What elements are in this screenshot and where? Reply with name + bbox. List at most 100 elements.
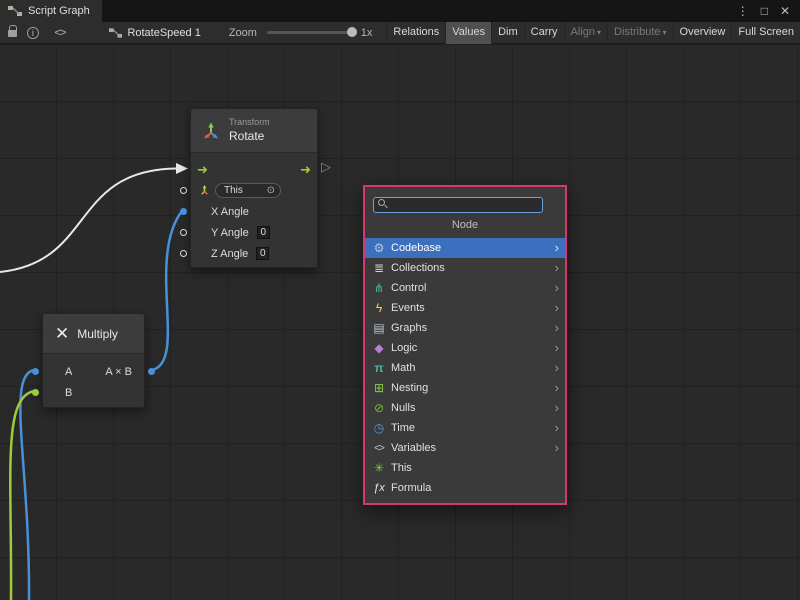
chevron-right-icon: › bbox=[555, 378, 559, 398]
flow-in-arrow[interactable]: ➜ bbox=[197, 159, 208, 180]
tab-script-graph[interactable]: Script Graph bbox=[0, 0, 102, 22]
distribute-button[interactable]: Distribute▾ bbox=[607, 22, 672, 44]
finder-item-control[interactable]: ⋔ Control › bbox=[365, 278, 565, 298]
fullscreen-button[interactable]: Full Screen bbox=[731, 22, 800, 44]
finder-item-label: Math bbox=[391, 362, 415, 374]
finder-item-label: Control bbox=[391, 282, 426, 294]
port-label: X Angle bbox=[211, 206, 249, 218]
finder-header: Node bbox=[365, 219, 565, 231]
chevron-right-icon: › bbox=[555, 338, 559, 358]
chevron-right-icon: › bbox=[555, 418, 559, 438]
search-icon bbox=[378, 199, 385, 206]
chevron-right-icon: › bbox=[555, 278, 559, 298]
node-header[interactable]: Transform Rotate bbox=[191, 109, 317, 153]
finder-item-label: Nulls bbox=[391, 402, 415, 414]
menu-icon[interactable]: ⋮ bbox=[737, 4, 749, 18]
chevron-right-icon: › bbox=[555, 238, 559, 258]
finder-item-label: Events bbox=[391, 302, 425, 314]
finder-item-label: Codebase bbox=[391, 242, 441, 254]
y-angle-input[interactable]: 0 bbox=[257, 226, 270, 239]
finder-item-label: Collections bbox=[391, 262, 445, 274]
node-title: Multiply bbox=[77, 327, 118, 341]
finder-item-formula[interactable]: ƒx Formula bbox=[365, 478, 565, 498]
node-header[interactable]: ✕ Multiply bbox=[43, 314, 144, 354]
finder-item-time[interactable]: ◷ Time › bbox=[365, 418, 565, 438]
zoom-value: 1x bbox=[361, 27, 373, 39]
finder-item-graphs[interactable]: ▤ Graphs › bbox=[365, 318, 565, 338]
overview-button[interactable]: Overview bbox=[673, 22, 732, 44]
nulls-icon: ⊘ bbox=[371, 401, 387, 415]
lock-icon[interactable] bbox=[8, 28, 19, 37]
finder-item-events[interactable]: ϟ Events › bbox=[365, 298, 565, 318]
port-row-x-angle: X Angle bbox=[191, 201, 317, 222]
search-input[interactable] bbox=[373, 197, 543, 213]
zoom-slider-knob[interactable] bbox=[347, 27, 357, 37]
connection-wire-flow bbox=[0, 169, 176, 273]
connection-wire-to-b bbox=[10, 391, 34, 600]
flow-out-arrow[interactable]: ➜ bbox=[300, 159, 311, 180]
port-row-a: A A × B bbox=[43, 361, 144, 382]
z-angle-port[interactable] bbox=[180, 250, 187, 257]
chevron-right-icon: › bbox=[555, 298, 559, 318]
x-angle-port[interactable] bbox=[180, 208, 187, 215]
finder-item-math[interactable]: π Math › bbox=[365, 358, 565, 378]
values-button[interactable]: Values bbox=[445, 22, 491, 44]
finder-item-label: Variables bbox=[391, 442, 436, 454]
code-view-icon[interactable]: <> bbox=[55, 27, 66, 39]
this-port[interactable] bbox=[180, 187, 187, 194]
info-icon[interactable] bbox=[27, 27, 38, 39]
node-finder-popup: Node ⚙ Codebase › ≣ Collections › ⋔ Cont… bbox=[363, 185, 567, 505]
this-target-field[interactable]: This ⊙ bbox=[215, 183, 281, 198]
script-graph-icon bbox=[8, 5, 22, 17]
close-icon[interactable]: ✕ bbox=[780, 4, 790, 18]
b-port[interactable] bbox=[32, 389, 39, 396]
finder-item-nulls[interactable]: ⊘ Nulls › bbox=[365, 398, 565, 418]
align-button[interactable]: Align▾ bbox=[564, 22, 607, 44]
finder-item-collections[interactable]: ≣ Collections › bbox=[365, 258, 565, 278]
finder-item-codebase[interactable]: ⚙ Codebase › bbox=[365, 238, 565, 258]
z-angle-input[interactable]: 0 bbox=[256, 247, 269, 260]
node-category: Transform bbox=[229, 117, 270, 128]
chevron-right-icon: › bbox=[555, 438, 559, 458]
chevron-down-icon: ▾ bbox=[597, 28, 601, 37]
graph-canvas[interactable]: Transform Rotate ➜ ➜ This ⊙ bbox=[0, 44, 800, 600]
connection-wire-result-to-xangle bbox=[152, 211, 182, 370]
node-multiply[interactable]: ✕ Multiply A A × B B bbox=[42, 313, 145, 408]
a-port[interactable] bbox=[32, 368, 39, 375]
codebase-icon: ⚙ bbox=[371, 241, 387, 255]
finder-item-nesting[interactable]: ⊞ Nesting › bbox=[365, 378, 565, 398]
target-icon[interactable]: ⊙ bbox=[267, 184, 275, 197]
graph-name[interactable]: RotateSpeed 1 bbox=[127, 27, 200, 39]
run-triangle-icon: ▷ bbox=[321, 159, 331, 175]
finder-item-label: Time bbox=[391, 422, 415, 434]
math-icon: π bbox=[371, 361, 387, 375]
relations-button[interactable]: Relations bbox=[386, 22, 445, 44]
y-angle-port[interactable] bbox=[180, 229, 187, 236]
zoom-label: Zoom bbox=[229, 27, 257, 39]
dim-button[interactable]: Dim bbox=[491, 22, 524, 44]
chevron-right-icon: › bbox=[555, 318, 559, 338]
finder-item-label: Formula bbox=[391, 482, 431, 494]
node-title: Rotate bbox=[229, 129, 270, 144]
toolbar-buttons: Relations Values Dim Carry Align▾ Distri… bbox=[386, 22, 800, 44]
finder-item-label: Logic bbox=[391, 342, 417, 354]
wire-arrowhead bbox=[176, 163, 188, 174]
finder-item-logic[interactable]: ◆ Logic › bbox=[365, 338, 565, 358]
finder-item-variables[interactable]: <> Variables › bbox=[365, 438, 565, 458]
result-port[interactable] bbox=[148, 368, 155, 375]
zoom-slider[interactable] bbox=[267, 31, 353, 34]
port-row-z-angle: Z Angle 0 bbox=[191, 243, 317, 264]
finder-item-this[interactable]: ✳ This bbox=[365, 458, 565, 478]
connection-wire-to-a bbox=[20, 370, 34, 600]
tab-title: Script Graph bbox=[28, 5, 90, 17]
node-transform-rotate[interactable]: Transform Rotate ➜ ➜ This ⊙ bbox=[190, 108, 318, 268]
chevron-right-icon: › bbox=[555, 398, 559, 418]
collections-icon: ≣ bbox=[371, 261, 387, 275]
port-label: Y Angle bbox=[211, 227, 249, 239]
maximize-icon[interactable]: □ bbox=[761, 4, 768, 18]
carry-button[interactable]: Carry bbox=[524, 22, 564, 44]
graph-toolbar: <> RotateSpeed 1 Zoom 1x Relations Value… bbox=[0, 22, 800, 44]
transform-mini-icon bbox=[198, 184, 211, 197]
chevron-right-icon: › bbox=[555, 358, 559, 378]
graph-asset-icon bbox=[109, 27, 122, 39]
